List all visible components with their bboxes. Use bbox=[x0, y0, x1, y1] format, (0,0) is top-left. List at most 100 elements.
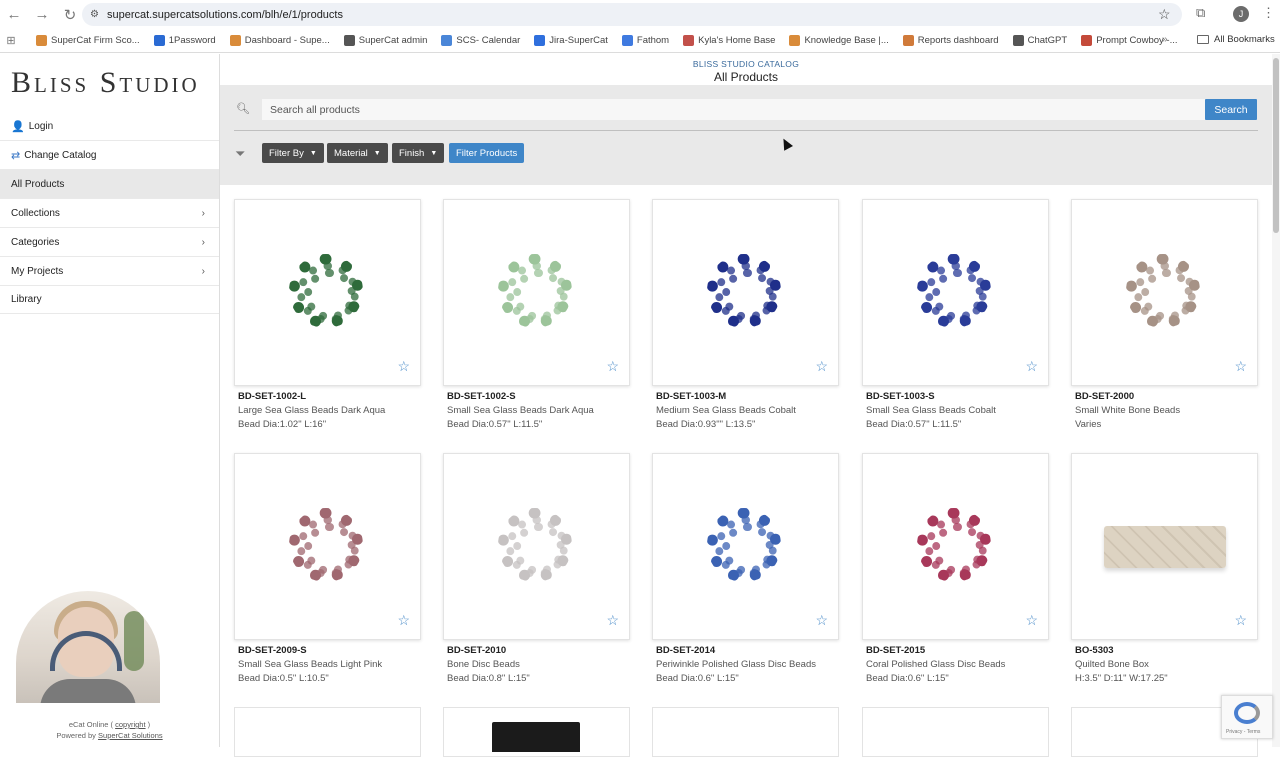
material-dropdown[interactable]: Material ▼ bbox=[327, 143, 388, 163]
product-image[interactable]: ☆ bbox=[234, 199, 421, 386]
filter-products-button[interactable]: Filter Products bbox=[449, 143, 525, 163]
favorite-star-icon[interactable]: ☆ bbox=[1234, 358, 1247, 375]
product-image[interactable]: ☆ bbox=[443, 453, 630, 640]
reload-icon[interactable]: ↻ bbox=[56, 1, 84, 29]
product-image[interactable]: ☆ bbox=[234, 453, 421, 640]
bookmark-star-icon[interactable]: ☆ bbox=[1158, 6, 1171, 23]
catalog-subtitle: BLISS STUDIO CATALOG bbox=[692, 59, 800, 69]
product-image[interactable]: ☆ bbox=[1071, 453, 1258, 640]
bookmark-label: Kyla's Home Base bbox=[698, 35, 776, 46]
recaptcha-terms[interactable]: Privacy - Terms bbox=[1226, 729, 1260, 735]
product-card[interactable]: ☆ BD-SET-1003-M Medium Sea Glass Beads Cob… bbox=[652, 199, 839, 430]
product-image[interactable]: ☆ bbox=[1071, 199, 1258, 386]
product-card[interactable]: ☆ BO-5303 Quilted Bone Box H:3.5" D:11" W:1… bbox=[1071, 453, 1258, 684]
sidebar-item-collections[interactable]: Collections › bbox=[0, 199, 219, 228]
product-image[interactable]: ☆ bbox=[443, 199, 630, 386]
product-card[interactable]: ☆ BD-SET-1002-S Small Sea Glass Beads Dark… bbox=[443, 199, 630, 430]
favorite-star-icon[interactable]: ☆ bbox=[606, 358, 619, 375]
bookmark-item[interactable]: Reports dashboard bbox=[902, 35, 999, 46]
all-bookmarks-button[interactable]: All Bookmarks bbox=[1197, 34, 1275, 45]
product-sku[interactable]: BD-SET-2000 bbox=[1071, 391, 1258, 402]
product-image[interactable]: ☆ bbox=[862, 199, 1049, 386]
favorite-star-icon[interactable]: ☆ bbox=[397, 358, 410, 375]
sidebar-item-categories[interactable]: Categories › bbox=[0, 228, 219, 257]
search-button[interactable]: Search bbox=[1205, 99, 1257, 120]
finish-dropdown[interactable]: Finish ▼ bbox=[392, 143, 445, 163]
profile-avatar[interactable]: J bbox=[1233, 6, 1249, 22]
product-card[interactable]: ☆ BD-SET-2010 Bone Disc Beads Bead Dia:0.8"… bbox=[443, 453, 630, 684]
cowboy-icon bbox=[1081, 35, 1093, 46]
more-bookmarks-icon[interactable]: » bbox=[1162, 34, 1168, 45]
product-sku[interactable]: BO-5303 bbox=[1071, 645, 1258, 656]
scrollbar-thumb[interactable] bbox=[1273, 58, 1279, 233]
footer-text: eCat Online ( bbox=[68, 720, 116, 729]
address-bar[interactable]: ⚙ supercat.supercatsolutions.com/blh/e/1… bbox=[82, 3, 1182, 26]
page-scrollbar[interactable] bbox=[1272, 54, 1280, 747]
favorite-star-icon[interactable]: ☆ bbox=[397, 612, 410, 629]
bookmark-item[interactable]: Fathom bbox=[621, 35, 669, 46]
product-card[interactable]: ☆ BD-SET-1003-S Small Sea Glass Beads Coba… bbox=[862, 199, 1049, 430]
search-icon: 🔍︎ bbox=[236, 103, 250, 115]
product-card-partial[interactable] bbox=[652, 707, 839, 757]
extensions-icon[interactable]: ⧉ bbox=[1196, 5, 1205, 21]
supercat-icon bbox=[789, 35, 801, 46]
product-sku[interactable]: BD-SET-1003-M bbox=[652, 391, 839, 402]
bookmark-item[interactable]: SuperCat admin bbox=[343, 35, 427, 46]
admin-icon bbox=[343, 35, 355, 46]
product-card[interactable]: ☆ BD-SET-2009-S Small Sea Glass Beads Ligh… bbox=[234, 453, 421, 684]
bookmark-label: Reports dashboard bbox=[917, 35, 999, 46]
product-card[interactable]: ☆ BD-SET-2000 Small White Bone Beads Varies bbox=[1071, 199, 1258, 430]
bookmark-item[interactable]: 1Password bbox=[153, 35, 216, 46]
product-card[interactable]: ☆ BD-SET-2014 Periwinkle Polished Glass Di… bbox=[652, 453, 839, 684]
product-sku[interactable]: BD-SET-2014 bbox=[652, 645, 839, 656]
product-image[interactable]: ☆ bbox=[652, 453, 839, 640]
bookmark-item[interactable]: SCS- Calendar bbox=[441, 35, 520, 46]
product-card-partial[interactable] bbox=[234, 707, 421, 757]
copyright-link[interactable]: copyright bbox=[115, 720, 145, 729]
home-base-icon bbox=[683, 35, 695, 46]
product-image[interactable]: ☆ bbox=[652, 199, 839, 386]
back-icon[interactable]: ← bbox=[0, 1, 28, 29]
product-card[interactable]: ☆ BD-SET-2015 Coral Polished Glass Disc Be… bbox=[862, 453, 1049, 684]
supercat-link[interactable]: SuperCat Solutions bbox=[98, 731, 163, 740]
sidebar-item-login[interactable]: 👤 Login bbox=[0, 112, 219, 141]
product-sku[interactable]: BD-SET-2009-S bbox=[234, 645, 421, 656]
sidebar-item-change-catalog[interactable]: ⇄ Change Catalog bbox=[0, 141, 219, 170]
product-sku[interactable]: BD-SET-2015 bbox=[862, 645, 1049, 656]
all-bookmarks-label: All Bookmarks bbox=[1214, 34, 1275, 45]
bookmark-item[interactable]: Dashboard - Supe... bbox=[229, 35, 330, 46]
product-card-partial[interactable] bbox=[862, 707, 1049, 757]
product-sku[interactable]: BD-SET-1002-S bbox=[443, 391, 630, 402]
bead-ring bbox=[721, 522, 774, 575]
product-card-partial[interactable] bbox=[443, 707, 630, 757]
bookmark-item[interactable]: Kyla's Home Base bbox=[683, 35, 775, 46]
favorite-star-icon[interactable]: ☆ bbox=[606, 612, 619, 629]
favorite-star-icon[interactable]: ☆ bbox=[1025, 358, 1038, 375]
product-card[interactable]: ☆ BD-SET-1002-L Large Sea Glass Beads Dark… bbox=[234, 199, 421, 430]
favorite-star-icon[interactable]: ☆ bbox=[815, 358, 828, 375]
site-info-icon[interactable]: ⚙ bbox=[90, 9, 99, 20]
product-dimensions: Bead Dia:0.57" L:11.5" bbox=[866, 419, 962, 430]
bookmark-item[interactable]: Knowledge Base |... bbox=[789, 35, 889, 46]
recaptcha-badge[interactable]: Privacy - Terms bbox=[1221, 695, 1273, 739]
browser-menu-icon[interactable]: ⋮ bbox=[1262, 5, 1275, 21]
sidebar: Bliss Studio 👤 Login ⇄ Change Catalog Al… bbox=[0, 54, 220, 747]
search-input[interactable] bbox=[262, 99, 1205, 120]
logo[interactable]: Bliss Studio bbox=[11, 66, 200, 100]
bookmark-item[interactable]: ChatGPT bbox=[1012, 35, 1067, 46]
product-sku[interactable]: BD-SET-2010 bbox=[443, 645, 630, 656]
apps-grid-icon[interactable]: ⊞ bbox=[0, 34, 22, 47]
bookmark-item[interactable]: Jira-SuperCat bbox=[534, 35, 608, 46]
favorite-star-icon[interactable]: ☆ bbox=[1025, 612, 1038, 629]
bookmark-item[interactable]: SuperCat Firm Sco... bbox=[36, 35, 140, 46]
forward-icon[interactable]: → bbox=[28, 1, 56, 29]
favorite-star-icon[interactable]: ☆ bbox=[1234, 612, 1247, 629]
product-sku[interactable]: BD-SET-1002-L bbox=[234, 391, 421, 402]
product-sku[interactable]: BD-SET-1003-S bbox=[862, 391, 1049, 402]
sidebar-item-all-products[interactable]: All Products bbox=[0, 170, 219, 199]
sidebar-item-library[interactable]: Library bbox=[0, 285, 219, 314]
filter-by-dropdown[interactable]: Filter By ▼ bbox=[262, 143, 324, 163]
product-image[interactable]: ☆ bbox=[862, 453, 1049, 640]
favorite-star-icon[interactable]: ☆ bbox=[815, 612, 828, 629]
sidebar-item-my-projects[interactable]: My Projects › bbox=[0, 257, 219, 286]
